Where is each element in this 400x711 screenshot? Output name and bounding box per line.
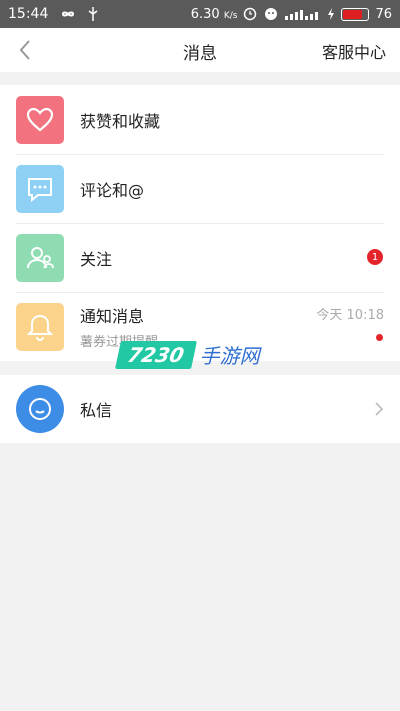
battery-icon xyxy=(341,7,370,21)
signal-icon xyxy=(285,8,321,20)
timestamp: 今天 10:18 xyxy=(316,308,384,323)
battery-percent: 76 xyxy=(375,6,392,22)
list-item-comments-mentions[interactable]: 评论和@ xyxy=(0,154,400,223)
list-item-direct-messages[interactable]: 私信 xyxy=(0,375,400,443)
usb-icon xyxy=(88,7,98,21)
app-notification-icon xyxy=(263,7,279,21)
item-label: 通知消息 xyxy=(80,307,145,326)
list-item-likes-collections[interactable]: 获赞和收藏 xyxy=(0,85,400,154)
alarm-icon xyxy=(243,7,257,21)
item-label: 获赞和收藏 xyxy=(80,111,161,131)
bell-icon xyxy=(16,302,64,351)
unread-dot xyxy=(376,334,383,341)
item-label: 私信 xyxy=(80,401,113,420)
item-label: 评论和@ xyxy=(80,180,145,200)
charging-icon xyxy=(327,8,335,20)
chevron-right-icon xyxy=(375,402,384,416)
comment-icon xyxy=(16,164,64,213)
infinity-icon xyxy=(58,8,78,20)
heart-icon xyxy=(16,95,64,144)
clock: 15:44 xyxy=(8,6,49,22)
chevron-left-icon xyxy=(19,40,30,60)
list-item-follow[interactable]: 关注 1 xyxy=(0,223,400,292)
status-bar: 15:44 6.30 K/s 76 xyxy=(0,0,400,28)
navigation-header: 消息 客服中心 xyxy=(0,28,400,72)
customer-service-button[interactable]: 客服中心 xyxy=(322,39,386,63)
unread-count-badge: 1 xyxy=(367,249,383,265)
users-icon xyxy=(16,233,64,282)
message-category-list: 获赞和收藏 评论和@ 关注 1 通知消息 薯券过期提醒 今天 10:18 xyxy=(0,85,400,361)
item-label: 关注 xyxy=(80,249,113,269)
item-subtitle: 薯券过期提醒 xyxy=(80,335,159,350)
network-speed: 6.30 K/s xyxy=(190,6,238,22)
smile-chat-icon xyxy=(16,385,64,433)
back-button[interactable] xyxy=(14,38,38,62)
list-item-notifications[interactable]: 通知消息 薯券过期提醒 今天 10:18 xyxy=(0,292,400,361)
